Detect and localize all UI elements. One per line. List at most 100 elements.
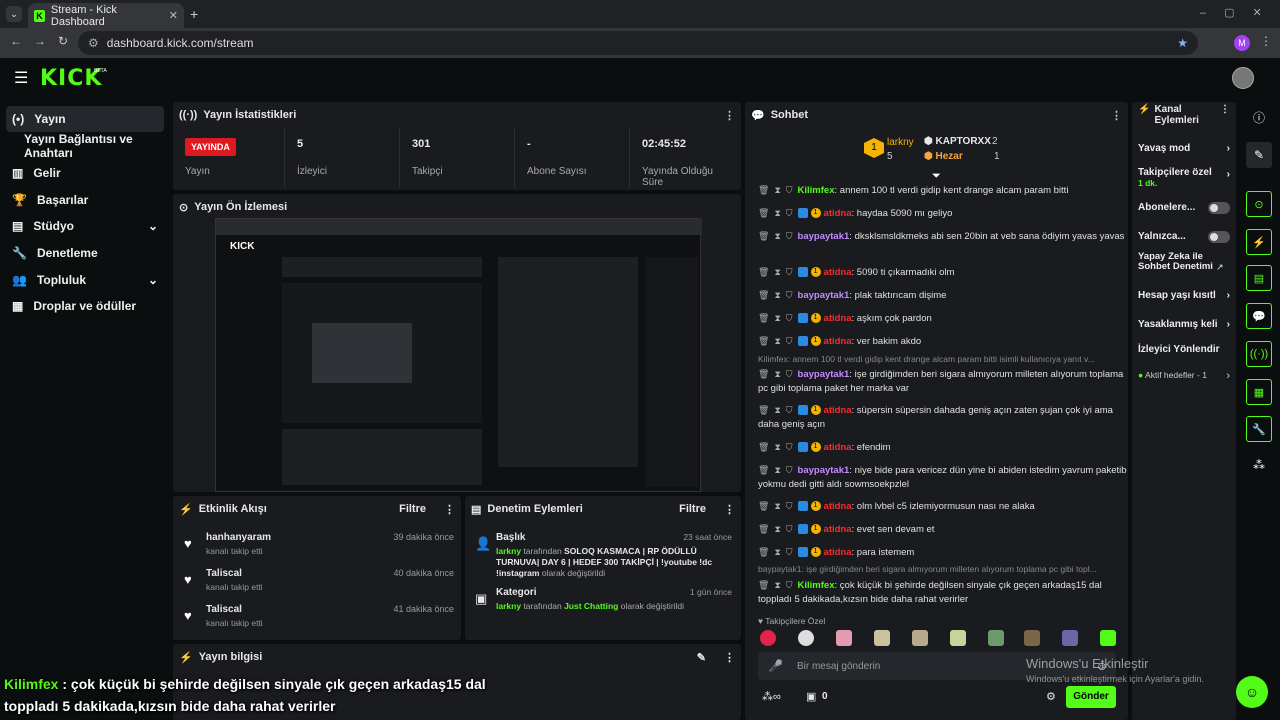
delete-icon[interactable]: 🗑 [758, 208, 769, 218]
filter-funnel-icon[interactable]: ⏷ [932, 170, 941, 183]
active-goals-row[interactable]: ● Aktif hedefler - 1 › [1138, 370, 1230, 382]
delete-icon[interactable]: 🗑 [758, 465, 769, 475]
external-link-icon[interactable]: ↗ [1216, 262, 1224, 273]
timeout-icon[interactable]: ⧗ [774, 185, 780, 195]
chat-username[interactable]: atidna [824, 524, 852, 535]
only-toggle[interactable] [1208, 231, 1230, 243]
browser-tab[interactable]: K Stream - Kick Dashboard ✕ [28, 3, 184, 28]
chat-settings-icon[interactable]: ⚙ [1046, 690, 1056, 703]
sidebar-item-stream-key[interactable]: Yayın Bağlantısı ve Anahtarı [6, 132, 164, 160]
wrench-icon[interactable]: 🔧 [1246, 416, 1272, 442]
emote-icon[interactable] [798, 630, 814, 646]
subs-only-toggle[interactable] [1208, 202, 1230, 214]
delete-icon[interactable]: 🗑 [758, 580, 769, 590]
tab-close-icon[interactable]: ✕ [169, 9, 178, 22]
ban-shield-icon[interactable]: ⛉ [786, 501, 793, 511]
chat-username[interactable]: atidna [824, 547, 852, 558]
delete-icon[interactable]: 🗑 [758, 267, 769, 277]
sidebar-item-gelir[interactable]: ▥ Gelir [6, 160, 164, 186]
more-options-icon[interactable]: ⋮ [724, 651, 735, 664]
emote-icon[interactable] [836, 630, 852, 646]
timeout-icon[interactable]: ⧗ [774, 405, 780, 415]
chat-bubble-icon[interactable]: 💬 [1246, 303, 1272, 329]
chat-username[interactable]: Kilimfex [798, 580, 835, 591]
delete-icon[interactable]: 🗑 [758, 313, 769, 323]
chat-username[interactable]: baypaytak1 [798, 290, 850, 301]
chat-username[interactable]: baypaytak1 [798, 231, 850, 242]
delete-icon[interactable]: 🗑 [758, 369, 769, 379]
account-age-row[interactable]: Hesap yaşı kısıtl › [1138, 290, 1230, 301]
broadcast-icon[interactable]: ((·)) [1246, 341, 1272, 367]
chat-username[interactable]: atidna [824, 501, 852, 512]
chat-username[interactable]: atidna [824, 442, 852, 453]
emote-icon[interactable] [760, 630, 776, 646]
tab-search-icon[interactable]: ⌄ [6, 6, 22, 22]
ban-shield-icon[interactable]: ⛉ [786, 405, 793, 415]
timeout-icon[interactable]: ⧗ [774, 267, 780, 277]
ban-shield-icon[interactable]: ⛉ [786, 580, 793, 590]
more-options-icon[interactable]: ⋮ [1111, 109, 1122, 122]
timeout-icon[interactable]: ⧗ [774, 547, 780, 557]
timeout-icon[interactable]: ⧗ [774, 580, 780, 590]
ban-shield-icon[interactable]: ⛉ [786, 547, 793, 557]
leader-name[interactable]: larkny [887, 137, 914, 148]
timeout-icon[interactable]: ⧗ [774, 501, 780, 511]
emote-icon[interactable] [874, 630, 890, 646]
sidebar-item-denetleme[interactable]: 🔧 Denetleme [6, 240, 164, 266]
delete-icon[interactable]: 🗑 [758, 405, 769, 415]
timeout-icon[interactable]: ⧗ [774, 442, 780, 452]
emote-only-row[interactable]: Yalnızca... [1138, 231, 1230, 243]
stream-preview-video[interactable]: KICK [215, 218, 702, 492]
more-options-icon[interactable]: ⋮ [724, 503, 735, 516]
delete-icon[interactable]: 🗑 [758, 185, 769, 195]
lightning-icon[interactable]: ⚡ [1246, 229, 1272, 255]
new-tab-icon[interactable]: + [190, 6, 198, 22]
nav-buttons[interactable]: ←→↻ [10, 34, 80, 48]
ban-shield-icon[interactable]: ⛉ [786, 524, 793, 534]
gift-icon[interactable]: ▣ [806, 690, 816, 703]
ban-shield-icon[interactable]: ⛉ [786, 336, 793, 346]
sidebar-item-yayin[interactable]: (•) Yayın [6, 106, 164, 132]
ban-shield-icon[interactable]: ⛉ [786, 313, 793, 323]
delete-icon[interactable]: 🗑 [758, 524, 769, 534]
document-icon[interactable]: ▤ [1246, 265, 1272, 291]
emote-icon[interactable] [1100, 630, 1116, 646]
ban-shield-icon[interactable]: ⛉ [786, 369, 793, 379]
emote-icon[interactable] [1024, 630, 1040, 646]
ban-shield-icon[interactable]: ⛉ [786, 267, 793, 277]
chat-username[interactable]: baypaytak1 [798, 369, 850, 380]
timeout-icon[interactable]: ⧗ [774, 336, 780, 346]
community-icon[interactable]: ⁂∞ [762, 690, 781, 703]
timeout-icon[interactable]: ⧗ [774, 369, 780, 379]
timeout-icon[interactable]: ⧗ [774, 465, 780, 475]
chat-username[interactable]: atidna [824, 313, 852, 324]
more-options-icon[interactable]: ⋮ [1220, 104, 1230, 126]
emote-icon[interactable] [950, 630, 966, 646]
chat-username[interactable]: atidna [824, 336, 852, 347]
edit-pencil-icon[interactable]: ✎ [697, 651, 706, 664]
ban-shield-icon[interactable]: ⛉ [786, 185, 793, 195]
viewer-redirect-row[interactable]: İzleyici Yönlendir [1138, 344, 1230, 355]
ban-shield-icon[interactable]: ⛉ [786, 290, 793, 300]
sidebar-item-droplar[interactable]: ▦ Droplar ve ödüller [6, 293, 164, 319]
preview-toggle-icon[interactable]: ⊙ [1246, 191, 1272, 217]
chat-username[interactable]: atidna [824, 208, 852, 219]
banned-words-row[interactable]: Yasaklanmış keli › [1138, 319, 1230, 330]
info-icon[interactable]: ⓘ [1246, 104, 1272, 130]
microphone-icon[interactable]: 🎤 [768, 659, 783, 673]
sidebar-item-basarilar[interactable]: 🏆 Başarılar [6, 187, 164, 213]
ban-shield-icon[interactable]: ⛉ [786, 465, 793, 475]
filter-button[interactable]: Filtre [399, 503, 426, 515]
leader-name[interactable]: ⬢ KAPTORXX [924, 136, 991, 147]
layout-icon[interactable]: ▦ [1246, 379, 1272, 405]
emote-icon[interactable] [988, 630, 1004, 646]
ai-moderation-row[interactable]: Yapay Zeka ile Sohbet Denetimi [1138, 252, 1218, 272]
chat-username[interactable]: atidna [824, 267, 852, 278]
timeout-icon[interactable]: ⧗ [774, 524, 780, 534]
edit-pencil-icon[interactable]: ✎ [1246, 142, 1272, 168]
community-icon[interactable]: ⁂ [1246, 452, 1272, 478]
hamburger-menu-icon[interactable]: ☰ [14, 68, 28, 88]
sidebar-item-studyo[interactable]: ▤ Stüdyo ⌄ [6, 213, 164, 239]
leader-name[interactable]: ⬢ Hezar [924, 151, 963, 162]
emote-icon[interactable] [1062, 630, 1078, 646]
